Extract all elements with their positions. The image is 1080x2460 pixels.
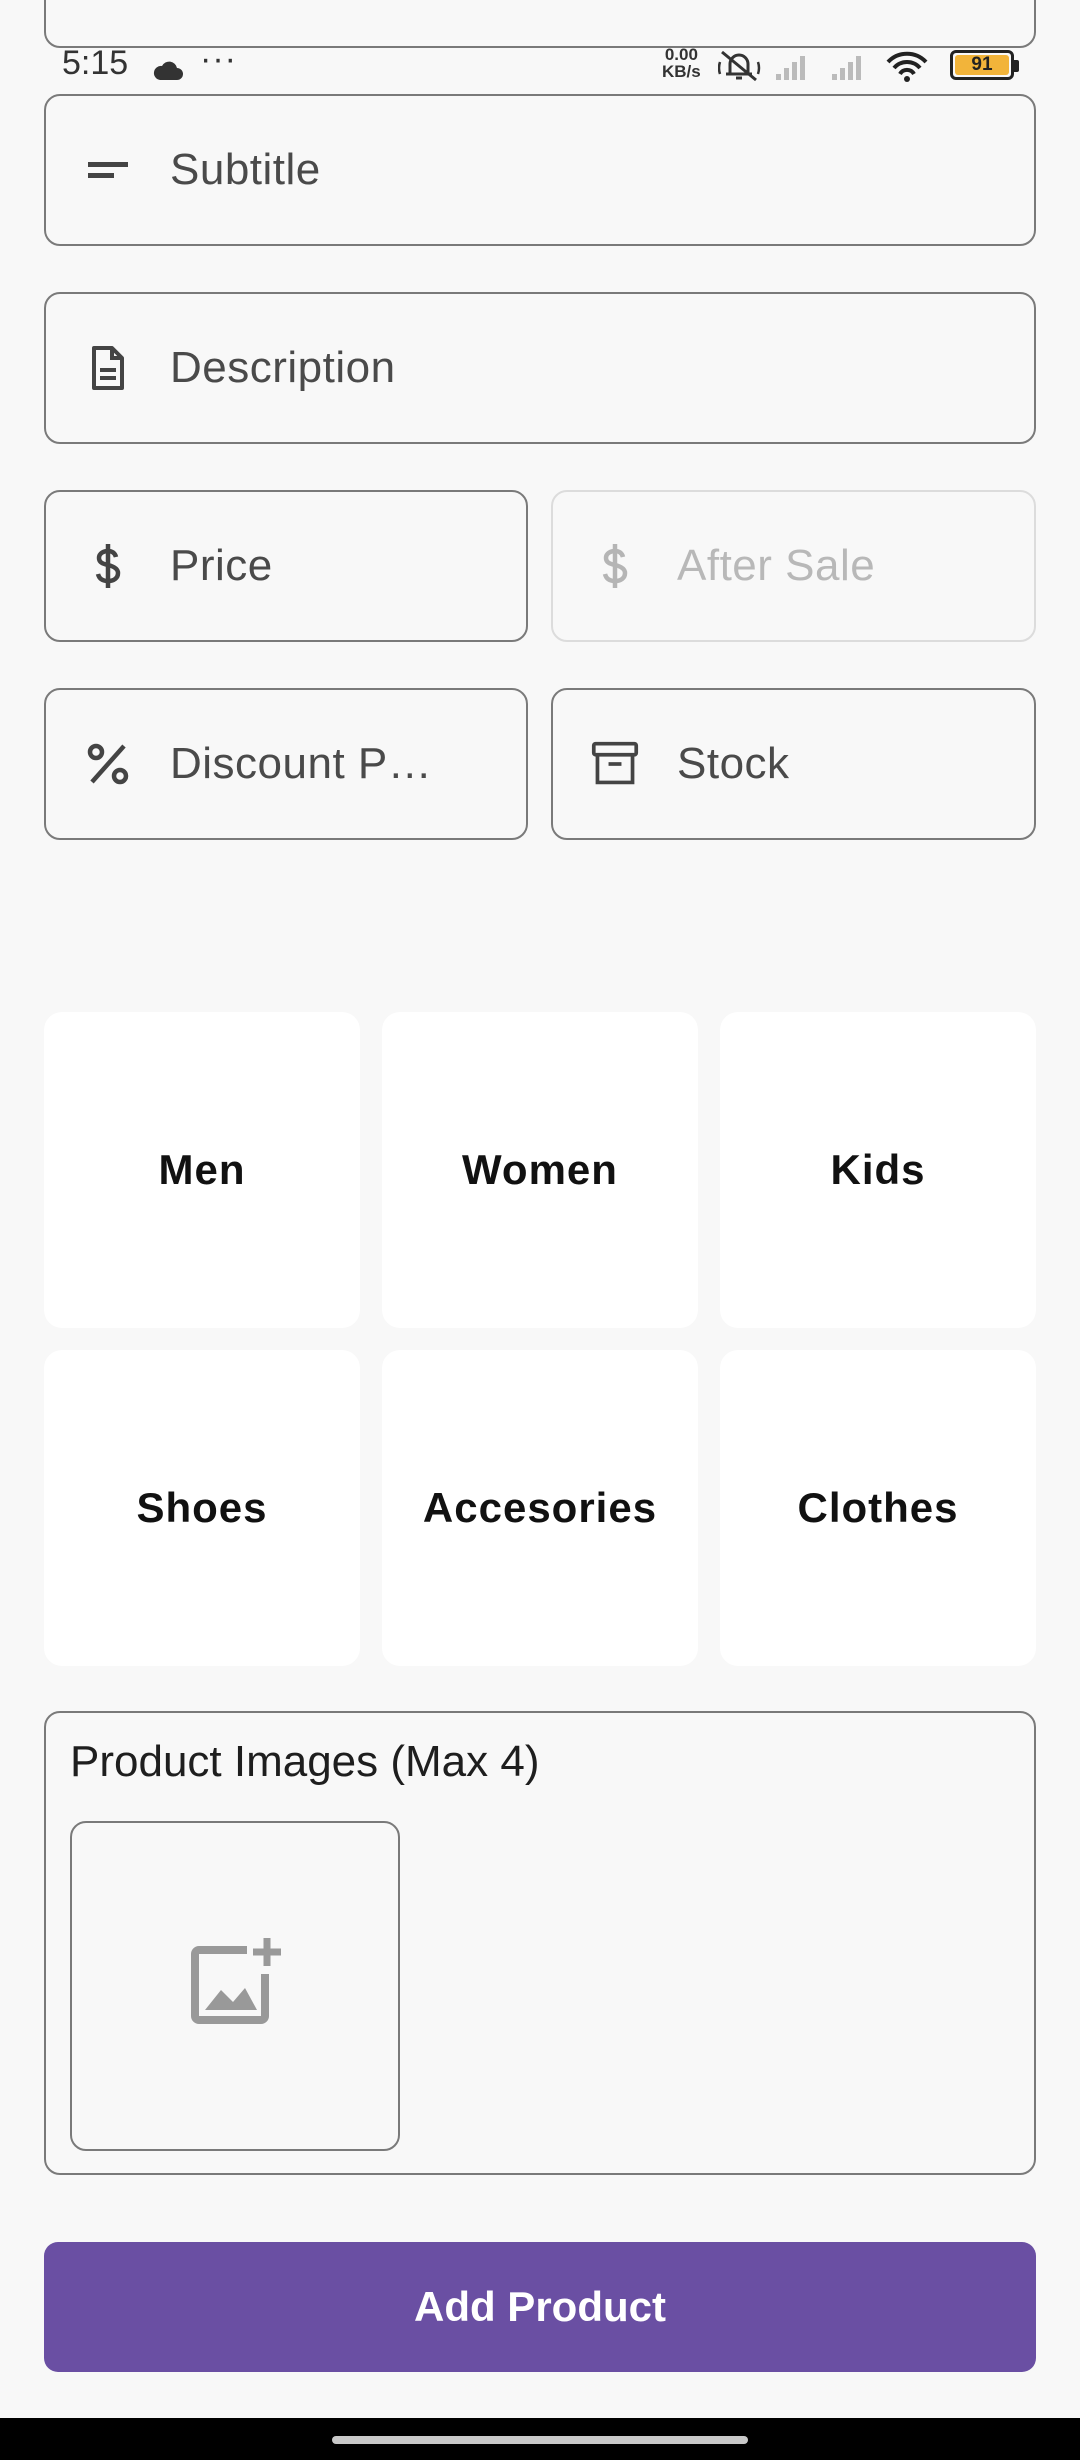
- discount-placeholder: Discount Percentage: [170, 739, 450, 788]
- signal-icon: [776, 56, 805, 80]
- more-notifications-icon: ···: [200, 40, 237, 78]
- price-field[interactable]: Price: [44, 490, 528, 642]
- category-label: Women: [462, 1146, 618, 1193]
- net-speed-unit: KB/s: [662, 62, 701, 81]
- home-gesture-handle[interactable]: [332, 2436, 748, 2444]
- category-card-men[interactable]: Men: [44, 1012, 360, 1328]
- after-sale-field[interactable]: After Sale: [551, 490, 1036, 642]
- net-speed-value: 0.00: [664, 45, 698, 64]
- category-label: Shoes: [136, 1484, 268, 1531]
- category-card-kids[interactable]: Kids: [720, 1012, 1036, 1328]
- add-product-button[interactable]: Add Product: [44, 2242, 1036, 2372]
- add-image-button[interactable]: [70, 1821, 400, 2151]
- stock-field[interactable]: Stock: [551, 688, 1036, 840]
- battery-icon: 91: [950, 50, 1019, 80]
- category-card-accesories[interactable]: Accesories: [382, 1350, 698, 1666]
- category-label: Accesories: [422, 1484, 658, 1531]
- stock-placeholder: Stock: [677, 739, 790, 788]
- product-images-section: Product Images (Max 4): [44, 1711, 1036, 2175]
- wifi-icon: [886, 51, 928, 82]
- category-card-women[interactable]: Women: [382, 1012, 698, 1328]
- network-speed: 0.00 KB/s: [662, 46, 701, 80]
- category-card-shoes[interactable]: Shoes: [44, 1350, 360, 1666]
- archive-box-icon: [591, 740, 639, 788]
- short-text-icon: [84, 146, 132, 194]
- signal-icon-2: [832, 56, 861, 80]
- status-time: 5:15: [62, 44, 129, 82]
- category-card-clothes[interactable]: Clothes: [720, 1350, 1036, 1666]
- cloud-icon: [152, 52, 184, 91]
- mute-bell-icon: [717, 50, 761, 82]
- category-label: Men: [158, 1146, 246, 1193]
- description-placeholder: Description: [170, 343, 396, 392]
- price-placeholder: Price: [170, 541, 273, 590]
- status-bar: 5:15 ··· 0.00 KB/s 91: [0, 40, 1080, 91]
- dollar-icon: [591, 542, 639, 590]
- description-field[interactable]: Description: [44, 292, 1036, 444]
- navigation-bar: [0, 2418, 1080, 2460]
- cut-off-input-field[interactable]: [44, 0, 1036, 48]
- subtitle-placeholder: Subtitle: [170, 145, 321, 194]
- status-icons: [717, 48, 938, 93]
- category-label: Kids: [830, 1146, 926, 1193]
- add-photo-icon: [185, 1934, 285, 2039]
- after-sale-placeholder: After Sale: [677, 541, 876, 590]
- dollar-icon: [84, 542, 132, 590]
- document-icon: [84, 344, 132, 392]
- discount-percentage-field[interactable]: Discount Percentage: [44, 688, 528, 840]
- percent-icon: [84, 740, 132, 788]
- product-images-label: Product Images (Max 4): [70, 1737, 540, 1786]
- category-label: Clothes: [797, 1484, 959, 1531]
- battery-level: 91: [955, 55, 1009, 75]
- subtitle-field[interactable]: Subtitle: [44, 94, 1036, 246]
